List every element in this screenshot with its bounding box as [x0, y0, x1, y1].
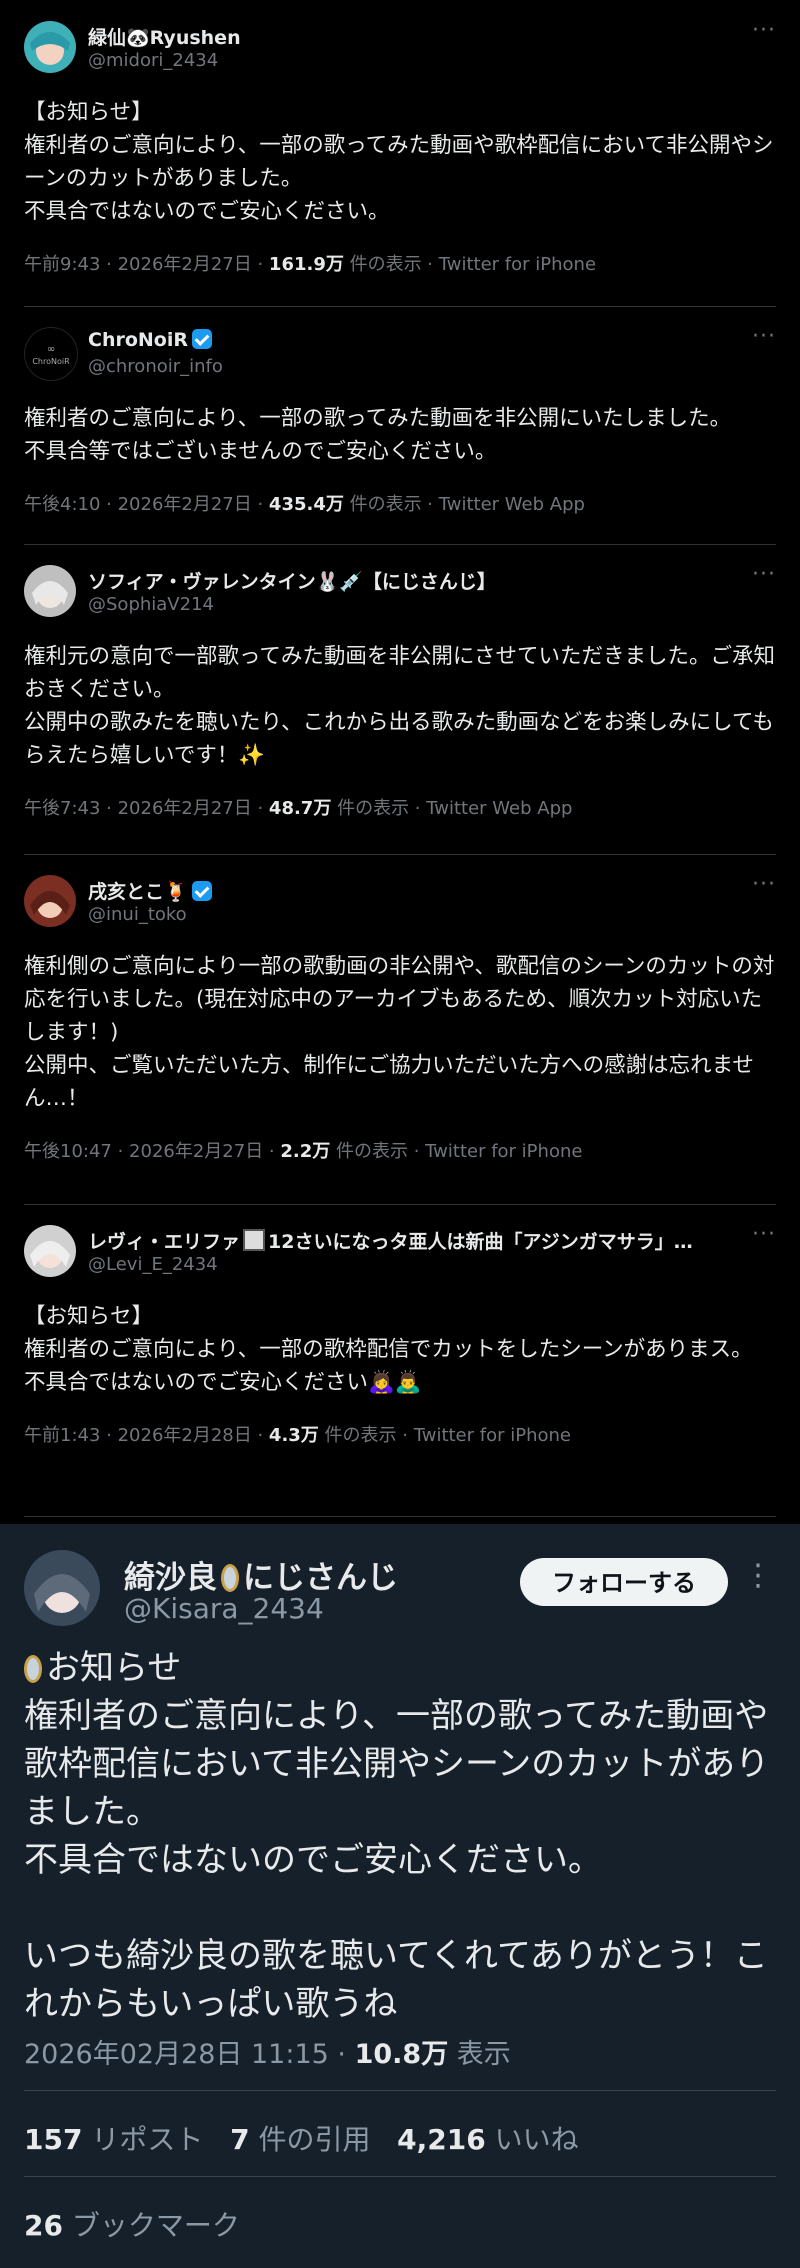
views-label: 件の表示 ·	[343, 494, 439, 515]
author-handle[interactable]: @chronoir_info	[88, 356, 223, 377]
client-label: Twitter Web App	[438, 494, 585, 515]
author-handle[interactable]: @inui_toko	[88, 904, 187, 925]
quote-count[interactable]: 7 件の引用	[230, 2123, 370, 2156]
avatar[interactable]	[24, 565, 76, 617]
client-label: Twitter for iPhone	[425, 1141, 583, 1162]
author-name[interactable]: ChroNoiR	[88, 329, 212, 351]
client-label: Twitter Web App	[426, 798, 573, 819]
avatar-logo-text: ChroNoiR	[32, 357, 70, 366]
repost-count[interactable]: 157 リポスト	[24, 2123, 203, 2156]
timestamp[interactable]: 午後4:10 · 2026年2月27日 ·	[24, 494, 269, 515]
tweet-meta: 午前1:43 · 2026年2月28日 · 4.3万 件の表示 · Twitte…	[24, 1399, 776, 1473]
tweet[interactable]: ソフィア・ヴァレンタイン🐰💉【にじさんじ】 @SophiaV214 ··· 権利…	[0, 544, 800, 855]
tweet-meta: 午後10:47 · 2026年2月27日 · 2.2万 件の表示 · Twitt…	[24, 1115, 776, 1189]
bookmark-label: ブックマーク	[62, 2209, 240, 2242]
avatar[interactable]: ∞ ChroNoiR	[24, 327, 78, 381]
tweet-text-content: 権利元の意向で一部歌ってみた動画を非公開にさせていただきました。ご承知おきくださ…	[24, 644, 775, 768]
tweet-text: 【お知らせ】 権利者のご意向により、一部の歌ってみた動画や歌枠配信において非公開…	[24, 100, 774, 224]
svg-text:∞: ∞	[47, 344, 55, 355]
tweet-meta: 午後4:10 · 2026年2月27日 · 435.4万 件の表示 · Twit…	[24, 468, 776, 542]
quote-label: 件の引用	[249, 2123, 371, 2156]
tweet-text-content: 権利者のご意向により、一部の歌ってみた動画や歌枠配信において非公開やシーンのカッ…	[24, 1696, 770, 2024]
more-icon[interactable]: ···	[752, 562, 776, 587]
tweet-meta: 2026年02月28日 11:15 · 10.8万 表示	[24, 2032, 511, 2071]
tweet-text: 権利側のご意向により一部の歌動画の非公開や、歌配信のシーンのカットの対応を行いま…	[24, 954, 775, 1111]
view-count: 2.2万	[280, 1141, 331, 1162]
tweet-title: お知らせ	[46, 1648, 182, 1688]
tweet[interactable]: 戌亥とこ🍹 @inui_toko ··· 権利側のご意向により一部の歌動画の非公…	[0, 854, 800, 1205]
more-icon[interactable]: ⋮	[743, 1558, 774, 1593]
square-emoji-icon	[243, 1229, 266, 1251]
author-name[interactable]: 戌亥とこ🍹	[88, 877, 212, 904]
like-number: 4,216	[397, 2123, 486, 2156]
views-label: 表示	[448, 2039, 511, 2070]
sparkle-icon: ✨	[238, 743, 266, 768]
tweet-text: 権利元の意向で一部歌ってみた動画を非公開にさせていただきました。ご承知おきくださ…	[24, 618, 776, 772]
author-handle[interactable]: @Kisara_2434	[124, 1592, 324, 1625]
timestamp[interactable]: 午前9:43 · 2026年2月27日 ·	[24, 254, 269, 275]
author-name-text: ChroNoiR	[88, 329, 188, 351]
avatar[interactable]	[24, 1225, 76, 1277]
author-name-text: 戌亥とこ🍹	[88, 881, 188, 903]
divider	[24, 2176, 776, 2177]
author-name-text: レヴィ・エリファ	[88, 1231, 241, 1253]
tweet-text: お知らせ権利者のご意向により、一部の歌ってみた動画や歌枠配信において非公開やシー…	[24, 1644, 776, 2028]
views-label: 件の表示 ·	[331, 798, 427, 819]
tweet-meta: 午前9:43 · 2026年2月27日 · 161.9万 件の表示 · Twit…	[24, 228, 776, 302]
view-count: 48.7万	[268, 798, 332, 819]
view-count: 435.4万	[268, 494, 344, 515]
tweet-text: 権利者のご意向により、一部の歌ってみた動画を非公開にいたしました。 不具合等では…	[24, 406, 732, 464]
bookmark-number: 26	[24, 2209, 63, 2242]
mirror-icon	[221, 1564, 239, 1592]
author-name[interactable]: レヴィ・エリファ 12さいになっタ亜人は新曲「アジンガマサラ」…	[88, 1227, 778, 1254]
views-label: 件の表示 ·	[330, 1141, 426, 1162]
view-count: 161.9万	[268, 254, 344, 275]
bookmark-count[interactable]: 26 ブックマーク	[24, 2204, 240, 2244]
tweet[interactable]: レヴィ・エリファ 12さいになっタ亜人は新曲「アジンガマサラ」… @Levi_E_…	[0, 1204, 800, 1517]
verified-badge-icon	[192, 329, 212, 349]
more-icon[interactable]: ···	[752, 18, 776, 43]
mirror-icon	[24, 1655, 42, 1683]
views-label: 件の表示 ·	[318, 1425, 414, 1446]
timestamp[interactable]: 午後7:43 · 2026年2月27日 ·	[24, 798, 269, 819]
tweet[interactable]: 緑仙🐼Ryushen @midori_2434 ··· 【お知らせ】 権利者のご…	[0, 0, 800, 307]
more-icon[interactable]: ···	[752, 1222, 776, 1247]
author-name[interactable]: 緑仙🐼Ryushen	[88, 23, 241, 50]
view-count: 10.8万	[354, 2039, 449, 2070]
like-count[interactable]: 4,216 いいね	[397, 2123, 578, 2156]
verified-badge-icon	[191, 881, 212, 901]
views-label: 件の表示 ·	[343, 254, 439, 275]
avatar[interactable]	[24, 21, 76, 73]
author-handle[interactable]: @SophiaV214	[88, 594, 214, 615]
avatar[interactable]	[24, 1550, 100, 1626]
more-icon[interactable]: ···	[752, 872, 776, 897]
divider	[24, 2090, 776, 2091]
author-name[interactable]: ソフィア・ヴァレンタイン🐰💉【にじさんじ】	[88, 567, 496, 594]
more-icon[interactable]: ···	[752, 324, 776, 349]
author-name[interactable]: 綺沙良 にじさんじ	[124, 1552, 398, 1597]
quote-number: 7	[230, 2123, 250, 2156]
client-label: Twitter for iPhone	[438, 254, 597, 275]
view-count: 4.3万	[268, 1425, 319, 1446]
author-handle[interactable]: @midori_2434	[88, 50, 218, 71]
repost-number: 157	[24, 2123, 83, 2156]
timestamp[interactable]: 午前1:43 · 2026年2月28日 ·	[24, 1425, 269, 1446]
repost-label: リポスト	[82, 2123, 204, 2156]
featured-tweet[interactable]: 綺沙良 にじさんじ @Kisara_2434 フォローする ⋮ お知らせ権利者のご…	[0, 1524, 800, 2268]
author-name-suffix: 12さいになっタ亜人は新曲「アジンガマサラ」…	[268, 1231, 693, 1253]
timestamp[interactable]: 午後10:47 · 2026年2月27日 ·	[24, 1141, 280, 1162]
timestamp[interactable]: 2026年02月28日 11:15 ·	[24, 2039, 355, 2070]
author-handle[interactable]: @Levi_E_2434	[88, 1254, 218, 1275]
avatar[interactable]	[24, 875, 76, 927]
tweet-meta: 午後7:43 · 2026年2月27日 · 48.7万 件の表示 · Twitt…	[24, 772, 776, 846]
author-name-affiliation: にじさんじ	[243, 1560, 398, 1596]
client-label: Twitter for iPhone	[413, 1425, 571, 1446]
tweet-text: 【お知らセ】 権利者のご意向により、一部の歌枠配信でカットをしたシーンがありまス…	[24, 1304, 753, 1395]
author-name-text: 綺沙良	[124, 1560, 217, 1596]
like-label: いいね	[485, 2123, 579, 2156]
follow-button[interactable]: フォローする	[520, 1558, 728, 1606]
engagement-stats: 157 リポスト 7 件の引用 4,216 いいね	[24, 2118, 579, 2158]
tweet[interactable]: ∞ ChroNoiR ChroNoiR @chronoir_info ··· 権利…	[0, 306, 800, 545]
